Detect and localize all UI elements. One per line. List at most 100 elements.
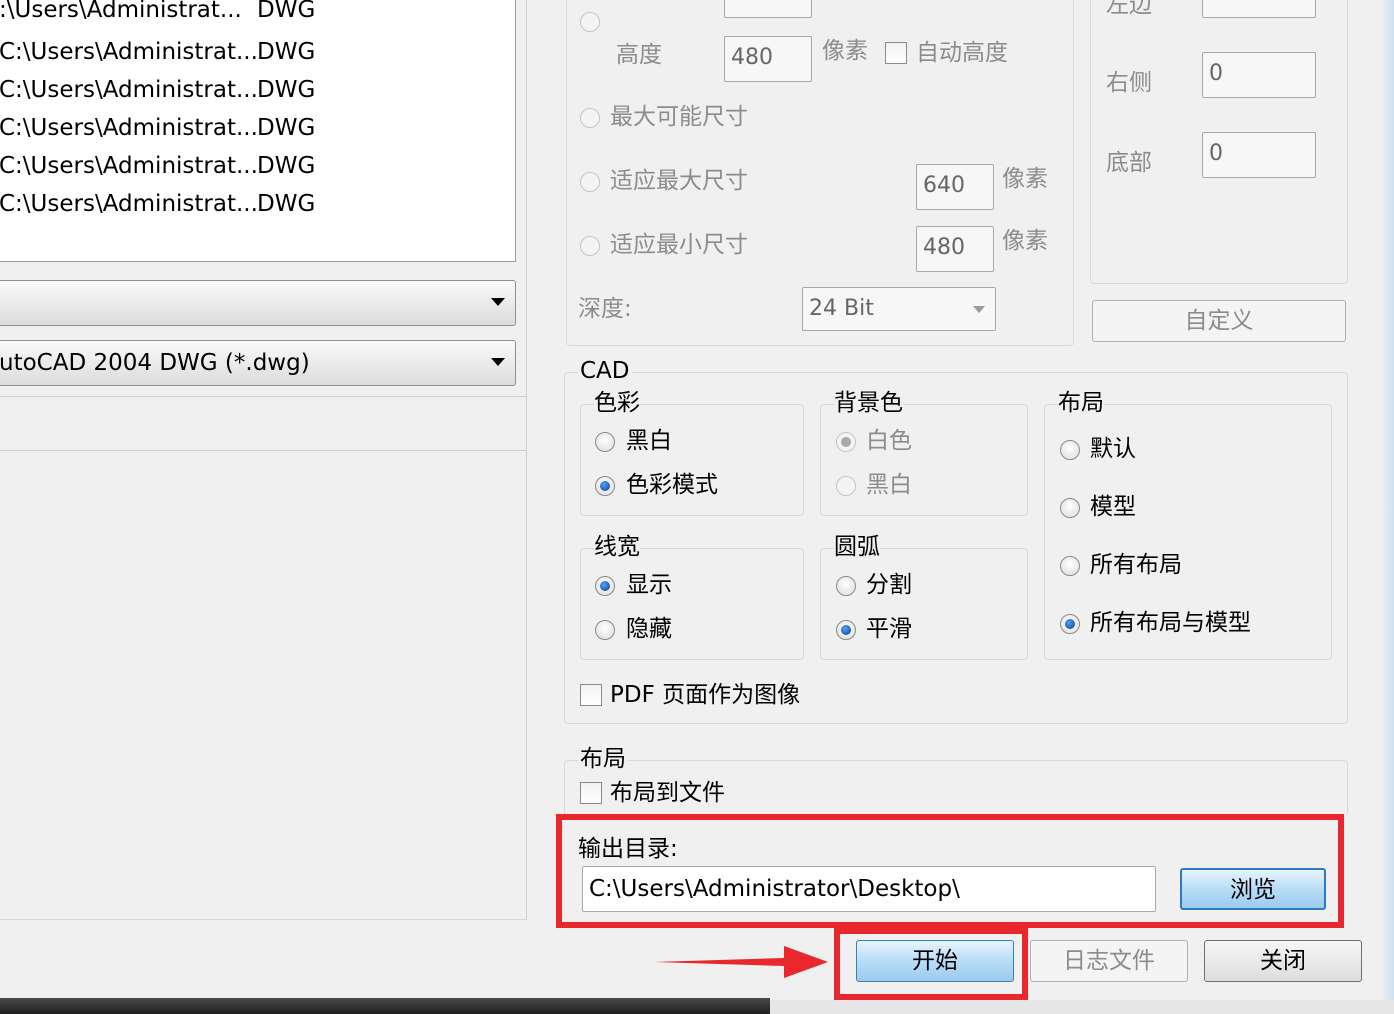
left-margin-input[interactable]: [1202, 0, 1316, 18]
layout-all-label: 所有布局: [1090, 552, 1182, 578]
color-mode-label: 色彩模式: [626, 472, 718, 498]
layout-all-model-label: 所有布局与模型: [1090, 610, 1251, 636]
file-path: C:\Users\Administrat...: [0, 153, 258, 179]
file-path: :\Users\Administrat...: [0, 0, 242, 23]
layout-all-radio[interactable]: [1060, 556, 1080, 576]
arc-group-title: 圆弧: [834, 534, 880, 560]
arc-group: [820, 548, 1028, 660]
fit-max-input[interactable]: 640: [916, 164, 994, 210]
color-group: [580, 404, 804, 516]
arc-split-radio[interactable]: [836, 576, 856, 596]
custom-button[interactable]: 自定义: [1092, 300, 1346, 342]
file-row[interactable]: C:\Users\Administrat... DWG: [0, 31, 515, 69]
max-size-radio[interactable]: [580, 108, 600, 128]
file-row[interactable]: C:\Users\Administrat... DWG: [0, 69, 515, 107]
background-group-title: 背景色: [834, 390, 903, 416]
window-bottom-edge: [770, 1000, 1394, 1014]
depth-select-value: 24 Bit: [809, 296, 874, 321]
layout-all-model-radio[interactable]: [1060, 614, 1080, 634]
log-file-button[interactable]: 日志文件: [1030, 940, 1188, 982]
file-row[interactable]: C:\Users\Administrat... DWG: [0, 107, 515, 145]
pdf-as-image-checkbox[interactable]: [580, 684, 602, 706]
bg-white-radio[interactable]: [836, 432, 856, 452]
bg-bw-radio[interactable]: [836, 476, 856, 496]
layout-default-label: 默认: [1090, 436, 1136, 462]
file-type: DWG: [257, 115, 316, 141]
auto-height-checkbox[interactable]: [885, 42, 907, 64]
file-path: C:\Users\Administrat...: [0, 77, 258, 103]
file-row[interactable]: C:\Users\Administrat... DWG: [0, 183, 515, 221]
arc-smooth-label: 平滑: [866, 616, 912, 642]
fit-max-radio[interactable]: [580, 172, 600, 192]
arc-split-label: 分割: [866, 572, 912, 598]
divider: [526, 0, 527, 920]
file-path: C:\Users\Administrat...: [0, 39, 258, 65]
bg-bw-label: 黑白: [866, 472, 912, 498]
file-type: DWG: [257, 153, 316, 179]
file-path: C:\Users\Administrat...: [0, 191, 258, 217]
bottom-margin-label: 底部: [1106, 150, 1152, 176]
left-margin-label: 左边: [1106, 0, 1152, 18]
file-row[interactable]: :\Users\Administrat... DWG: [0, 0, 515, 27]
max-size-label: 最大可能尺寸: [610, 104, 748, 130]
lineweight-hide-label: 隐藏: [626, 616, 672, 642]
arc-smooth-radio[interactable]: [836, 620, 856, 640]
start-button-highlight: [834, 928, 1028, 1000]
right-margin-label: 右侧: [1106, 70, 1152, 96]
height-input[interactable]: 480: [724, 36, 812, 82]
chevron-down-icon: [973, 306, 985, 313]
file-type: DWG: [257, 191, 316, 217]
lineweight-show-radio[interactable]: [595, 576, 615, 596]
taskbar-edge: [0, 998, 770, 1014]
bottom-margin-input[interactable]: 0: [1202, 132, 1316, 178]
color-group-title: 色彩: [594, 390, 640, 416]
layout-model-label: 模型: [1090, 494, 1136, 520]
fit-min-radio[interactable]: [580, 236, 600, 256]
lineweight-group-title: 线宽: [594, 534, 640, 560]
layout-default-radio[interactable]: [1060, 440, 1080, 460]
size-mode-radio[interactable]: [580, 12, 600, 32]
pixel-unit-label: 像素: [1002, 166, 1048, 192]
pixel-unit-label: 像素: [822, 38, 868, 64]
file-path: C:\Users\Administrat...: [0, 115, 258, 141]
layout-group-title: 布局: [578, 746, 628, 772]
pixel-unit-label: 像素: [1002, 228, 1048, 254]
depth-label: 深度:: [578, 296, 632, 322]
fit-min-input[interactable]: 480: [916, 226, 994, 272]
pdf-as-image-label: PDF 页面作为图像: [610, 682, 801, 708]
close-button[interactable]: 关闭: [1204, 940, 1362, 982]
file-type: DWG: [257, 77, 316, 103]
lineweight-hide-radio[interactable]: [595, 620, 615, 640]
lineweight-show-label: 显示: [626, 572, 672, 598]
chevron-down-icon: [491, 358, 505, 366]
divider: [0, 396, 526, 397]
fit-max-label: 适应最大尺寸: [610, 168, 748, 194]
color-bw-label: 黑白: [626, 428, 672, 454]
file-type: DWG: [257, 39, 316, 65]
background-group: [820, 404, 1028, 516]
color-mode-radio[interactable]: [595, 476, 615, 496]
format-select-value: utoCAD 2004 DWG (*.dwg): [0, 350, 310, 376]
cad-group-title: CAD: [578, 358, 632, 384]
combo-top[interactable]: [0, 280, 516, 326]
right-margin-input[interactable]: 0: [1202, 52, 1316, 98]
format-select[interactable]: utoCAD 2004 DWG (*.dwg): [0, 340, 516, 386]
lineweight-group: [580, 548, 804, 660]
color-bw-radio[interactable]: [595, 432, 615, 452]
layout-to-file-label: 布局到文件: [610, 780, 725, 806]
chevron-down-icon: [491, 298, 505, 306]
depth-select[interactable]: 24 Bit: [802, 287, 996, 331]
layout-model-radio[interactable]: [1060, 498, 1080, 518]
auto-height-label: 自动高度: [916, 40, 1008, 66]
left-empty-panel: [0, 451, 527, 920]
arrow-right-icon: [654, 946, 828, 978]
layout-to-file-checkbox[interactable]: [580, 782, 602, 804]
height-label: 高度: [616, 42, 662, 68]
fit-min-label: 适应最小尺寸: [610, 232, 748, 258]
output-dir-highlight: [556, 814, 1344, 928]
file-row[interactable]: C:\Users\Administrat... DWG: [0, 145, 515, 183]
window-right-edge: [1380, 0, 1394, 1000]
bg-white-label: 白色: [866, 428, 912, 454]
width-field[interactable]: [724, 0, 812, 18]
file-list[interactable]: :\Users\Administrat... DWG C:\Users\Admi…: [0, 0, 516, 262]
